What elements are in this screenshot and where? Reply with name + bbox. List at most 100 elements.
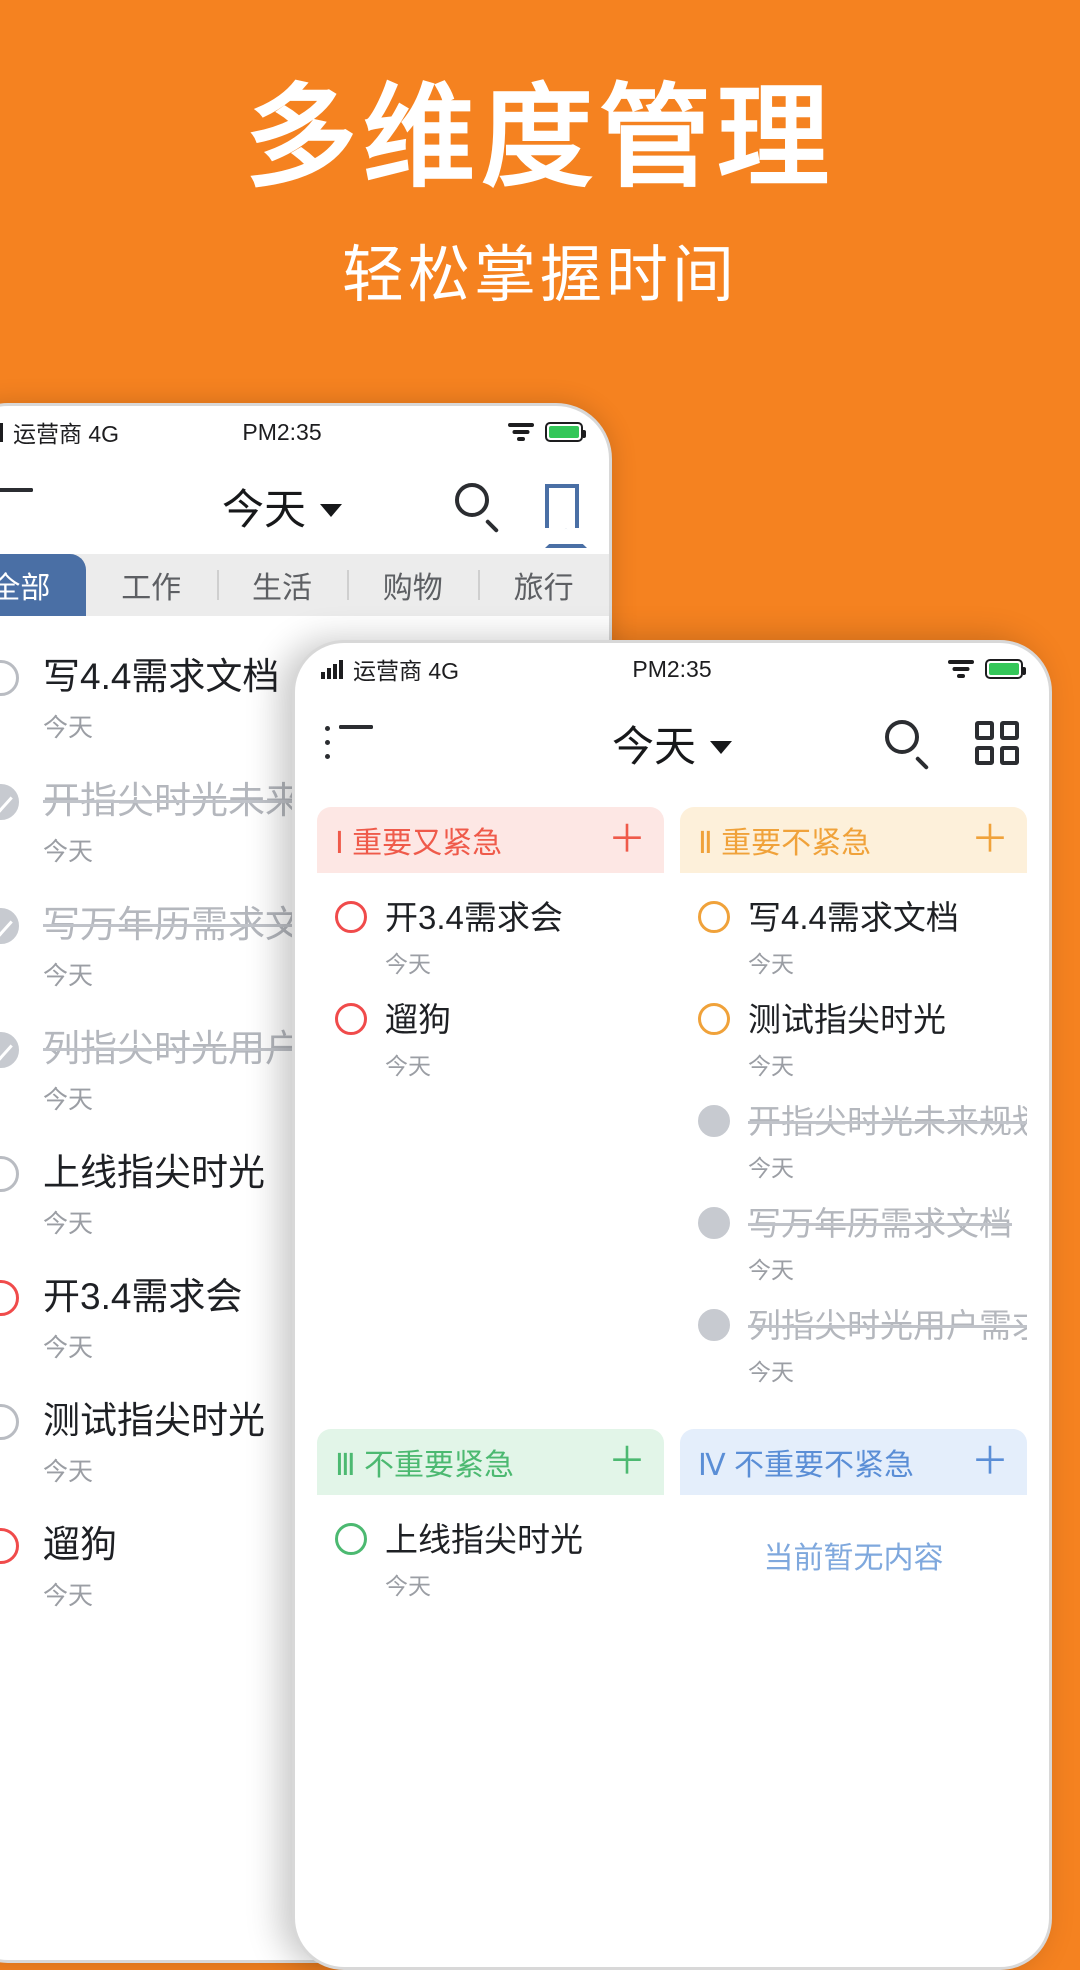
quadrant-not-important-urgent: Ⅲ 不重要紧急 ＋ 上线指尖时光今天: [317, 1429, 664, 1905]
task-meta: 今天: [43, 1210, 94, 1238]
tab-all[interactable]: 全部: [0, 554, 86, 616]
quadrant-task-list: 上线指尖时光 今天: [317, 1495, 664, 1905]
task-title: 遛狗: [385, 1001, 451, 1038]
checkbox-icon[interactable]: [0, 908, 19, 944]
hero-banner: 多维度管理 轻松掌握时间: [0, 0, 1080, 420]
chevron-down-icon: [320, 503, 342, 517]
add-task-button[interactable]: ＋: [971, 821, 1009, 859]
task-meta: 今天: [748, 1257, 794, 1283]
checkbox-icon[interactable]: [698, 1003, 730, 1035]
status-bar-left: 运营商 4G: [0, 415, 119, 449]
list-item[interactable]: 遛狗 今天: [325, 989, 656, 1091]
quadrant-label: Ⅰ 重要又紧急: [335, 827, 503, 860]
list-item[interactable]: 写4.4需求文档 今天: [688, 887, 1019, 989]
bookmark-icon[interactable]: [545, 484, 587, 548]
tab-life[interactable]: 生活: [216, 554, 348, 616]
task-title: 开3.4需求会: [385, 899, 563, 936]
quadrant-task-list: 当前暂无内容: [680, 1495, 1027, 1905]
status-bar-left: 运营商 4G: [321, 652, 459, 686]
quadrant-task-list: 写4.4需求文档 今天 测试指尖时光 今天 开指尖时光未来规划 今天 写万年历需求文档…: [680, 873, 1027, 1413]
task-title: 开指尖时光未来规划: [748, 1103, 1027, 1140]
task-title: 测试指尖时光: [43, 1400, 265, 1441]
carrier-label: 运营商 4G: [353, 658, 460, 684]
checkbox-icon[interactable]: [335, 901, 367, 933]
quadrant-grid: Ⅰ 重要又紧急 ＋ 开3.4需求会 今天 遛狗 今天 Ⅱ 重要不紧急 ＋ 写4.…: [295, 791, 1049, 1905]
checkbox-icon[interactable]: [0, 1156, 19, 1192]
checkbox-icon[interactable]: [0, 1404, 19, 1440]
quadrant-important-not-urgent: Ⅱ 重要不紧急 ＋ 写4.4需求文档 今天 测试指尖时光 今天 开指尖时光未来规划今…: [680, 807, 1027, 1413]
checkbox-icon[interactable]: [698, 901, 730, 933]
page-subtitle: 轻松掌握时间: [341, 241, 738, 310]
battery-icon: [985, 659, 1026, 679]
quadrant-important-urgent: Ⅰ 重要又紧急 ＋ 开3.4需求会 今天 遛狗 今天: [317, 807, 664, 1413]
task-meta: 今天: [43, 714, 94, 742]
checkbox-icon[interactable]: [335, 1003, 367, 1035]
search-icon[interactable]: [885, 720, 931, 771]
list-item[interactable]: 写万年历需求文档今天: [688, 1193, 1019, 1295]
wifi-icon: [508, 422, 534, 442]
quadrant-grid-icon[interactable]: [975, 721, 1019, 765]
app-navbar: 今天: [0, 458, 609, 554]
navbar-title: 今天: [221, 485, 306, 533]
task-meta: 今天: [385, 1573, 431, 1599]
task-meta: 今天: [43, 1334, 94, 1362]
list-menu-icon[interactable]: [325, 725, 373, 761]
checkbox-icon[interactable]: [698, 1309, 730, 1341]
list-item[interactable]: 开3.4需求会 今天: [325, 887, 656, 989]
checkbox-icon[interactable]: [0, 1280, 19, 1316]
signal-bars-icon: [0, 422, 3, 442]
task-title: 上线指尖时光: [385, 1521, 583, 1558]
task-title: 开3.4需求会: [43, 1276, 243, 1317]
quadrant-header: Ⅲ 不重要紧急 ＋: [317, 1429, 664, 1495]
checkbox-icon[interactable]: [0, 1032, 19, 1068]
task-title: 写4.4需求文档: [43, 656, 280, 697]
tab-label: 生活: [251, 572, 312, 605]
list-item[interactable]: 上线指尖时光 今天: [325, 1509, 656, 1611]
battery-icon: [545, 422, 586, 442]
tab-shopping[interactable]: 购物: [347, 554, 478, 616]
list-menu-icon[interactable]: [0, 488, 33, 524]
task-title: 列指尖时光用户需求: [748, 1307, 1027, 1344]
tab-label: 购物: [382, 572, 443, 605]
signal-bars-icon: [321, 659, 343, 679]
tab-travel[interactable]: 旅行: [478, 554, 609, 616]
task-title: 写4.4需求文档: [748, 899, 959, 936]
navbar-title: 今天: [611, 722, 696, 770]
tab-work[interactable]: 工作: [86, 554, 217, 616]
quadrant-not-important-not-urgent: Ⅳ 不重要不紧急 ＋ 当前暂无内容: [680, 1429, 1027, 1905]
category-tab-bar: 全部 工作 生活 购物 旅行: [0, 554, 609, 616]
add-task-button[interactable]: ＋: [971, 1443, 1009, 1481]
list-item[interactable]: 列指尖时光用户需求 今天: [688, 1295, 1027, 1397]
navbar-actions: [885, 720, 1019, 771]
navbar-actions: [455, 483, 587, 548]
task-meta: 今天: [748, 1155, 794, 1181]
app-navbar: 今天: [295, 695, 1049, 791]
task-title: 写万年历需求文档: [748, 1205, 1012, 1242]
quadrant-header: Ⅰ 重要又紧急 ＋: [317, 807, 664, 873]
carrier-label: 运营商 4G: [13, 421, 120, 447]
checkbox-icon[interactable]: [0, 1528, 19, 1564]
checkbox-icon[interactable]: [0, 660, 19, 696]
phone-mockup-quadrant-view: 运营商 4G PM2:35 今天 Ⅰ 重要又紧急 ＋ 开3.4需求会 今天 遛狗…: [292, 640, 1052, 1970]
checkbox-icon[interactable]: [698, 1105, 730, 1137]
quadrant-label: Ⅲ 不重要紧急: [335, 1449, 515, 1482]
wifi-icon: [948, 659, 974, 679]
checkbox-icon[interactable]: [698, 1207, 730, 1239]
quadrant-task-list: 开3.4需求会 今天 遛狗 今天: [317, 873, 664, 1283]
search-icon[interactable]: [455, 483, 501, 534]
list-item[interactable]: 测试指尖时光 今天: [688, 989, 1019, 1091]
add-task-button[interactable]: ＋: [608, 1443, 646, 1481]
list-item[interactable]: 开指尖时光未来规划今天: [688, 1091, 1027, 1193]
tab-label: 全部: [0, 572, 51, 605]
add-task-button[interactable]: ＋: [608, 821, 646, 859]
quadrant-label: Ⅱ 重要不紧急: [698, 827, 872, 860]
empty-state-label: 当前暂无内容: [763, 1542, 944, 1575]
task-title: 测试指尖时光: [748, 1001, 946, 1038]
checkbox-icon[interactable]: [0, 784, 19, 820]
status-bar: 运营商 4G PM2:35: [295, 643, 1049, 695]
checkbox-icon[interactable]: [335, 1523, 367, 1555]
status-bar: 运营商 4G PM2:35: [0, 406, 609, 458]
page-title: 多维度管理: [245, 73, 835, 203]
tab-label: 旅行: [513, 572, 574, 605]
quadrant-label: Ⅳ 不重要不紧急: [698, 1449, 915, 1482]
